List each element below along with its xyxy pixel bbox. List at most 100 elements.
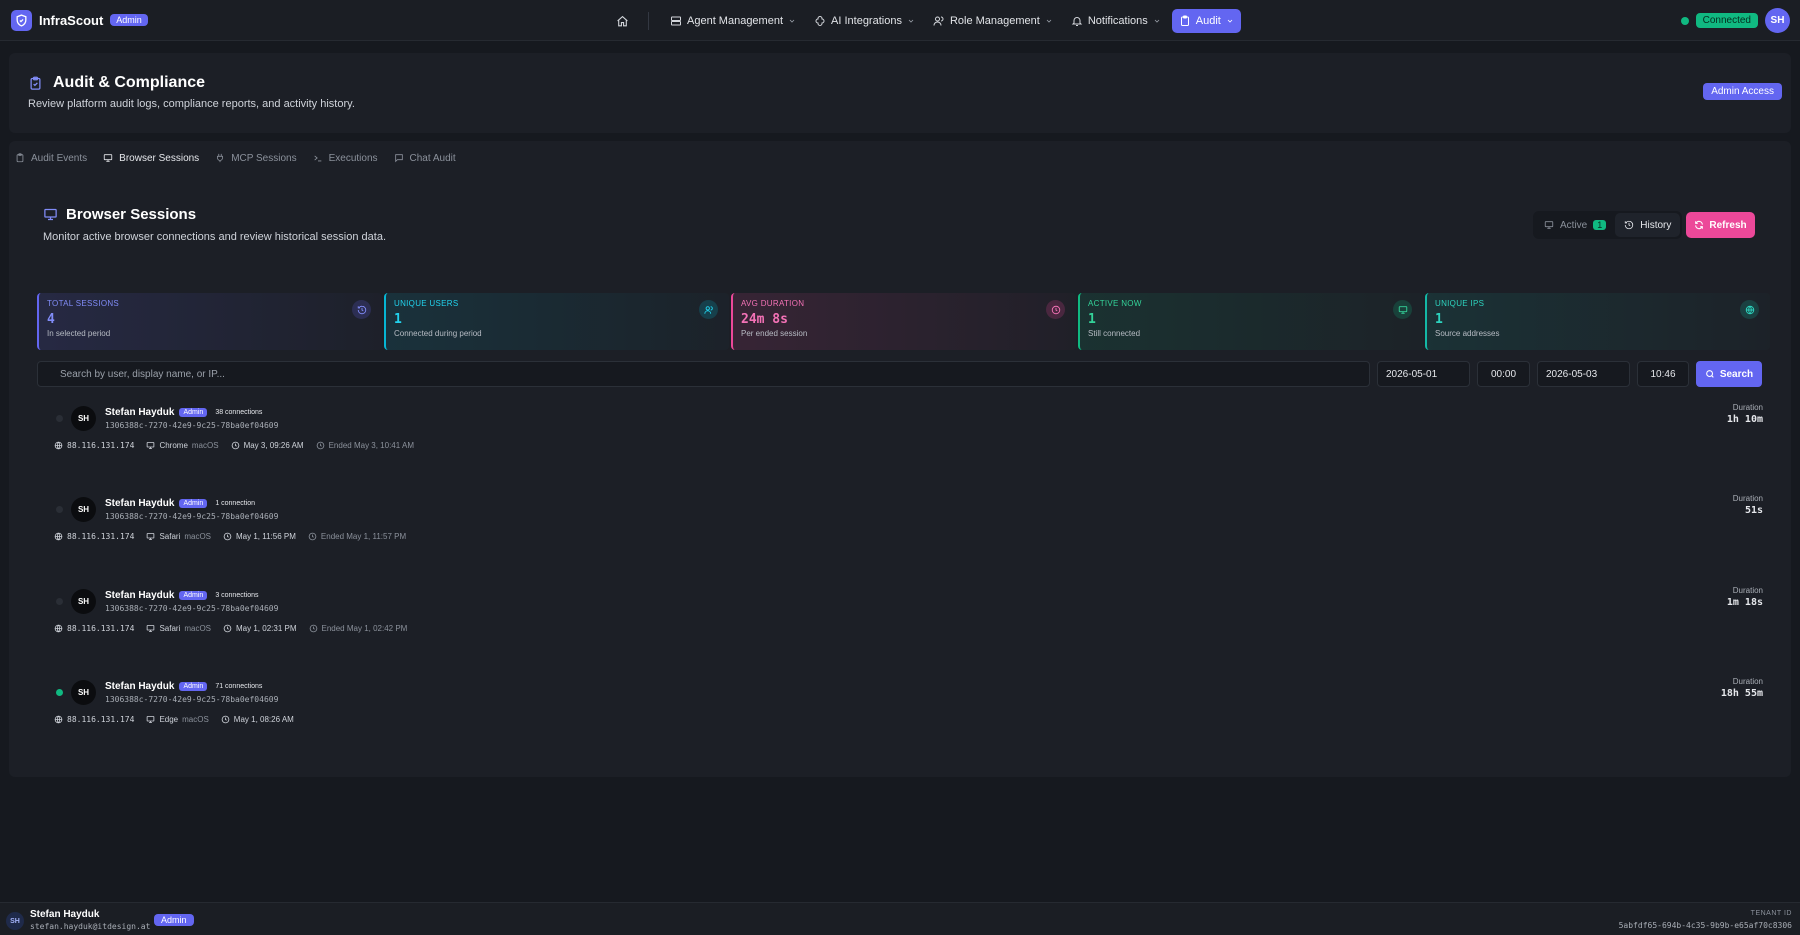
refresh-label: Refresh bbox=[1709, 219, 1747, 231]
to-time-field[interactable]: 10:46 bbox=[1637, 361, 1689, 387]
view-toggle: Active 1 History bbox=[1533, 211, 1683, 239]
session-status-dot bbox=[56, 598, 63, 605]
end-value: Ended May 3, 10:41 AM bbox=[328, 441, 414, 450]
users-icon bbox=[933, 16, 944, 26]
duration-value: 1h 10m bbox=[1726, 414, 1763, 425]
refresh-button[interactable]: Refresh bbox=[1686, 212, 1755, 238]
page-title-row: Audit & Compliance bbox=[28, 74, 205, 92]
duration-label: Duration bbox=[1732, 494, 1763, 503]
clock-icon bbox=[231, 441, 239, 450]
monitor-icon bbox=[103, 154, 113, 162]
session-end: Ended May 3, 10:41 AM bbox=[316, 441, 414, 450]
history-toggle-button[interactable]: History bbox=[1615, 213, 1681, 237]
stat-label: UNIQUE USERS bbox=[394, 299, 459, 308]
to-date-field[interactable]: 2026-05-03 bbox=[1537, 361, 1630, 387]
session-end: Ended May 1, 11:57 PM bbox=[308, 532, 406, 541]
user-avatar[interactable]: SH bbox=[1765, 8, 1790, 33]
session-row[interactable]: SH Stefan Hayduk Admin 3 connections 130… bbox=[43, 578, 1763, 658]
status-dot bbox=[1680, 16, 1689, 25]
session-user-id: 1306388c-7270-42e9-9c25-78ba0ef04609 bbox=[105, 695, 279, 704]
nav-role-management[interactable]: Role Management bbox=[926, 9, 1060, 33]
search-input[interactable] bbox=[37, 361, 1370, 387]
connection-count: 3 connections bbox=[215, 592, 259, 599]
tab-browser-sessions[interactable]: Browser Sessions bbox=[103, 150, 199, 166]
session-ip: 88.116.131.174 bbox=[54, 624, 134, 633]
role-badge: Admin bbox=[179, 408, 208, 417]
refresh-icon bbox=[1695, 220, 1704, 230]
os-value: macOS bbox=[184, 624, 212, 633]
nav-ai-integrations-label: AI Integrations bbox=[831, 15, 902, 27]
connection-count: 1 connection bbox=[215, 500, 256, 507]
session-start: May 1, 08:26 AM bbox=[221, 715, 294, 724]
chevron-down-icon bbox=[908, 19, 914, 23]
duration-value: 18h 55m bbox=[1720, 688, 1763, 699]
clipboard-icon bbox=[1180, 15, 1189, 26]
start-value: May 1, 11:56 PM bbox=[236, 532, 296, 541]
brand[interactable]: InfraScout Admin bbox=[11, 9, 148, 31]
ip-value: 88.116.131.174 bbox=[67, 715, 135, 724]
session-row[interactable]: SH Stefan Hayduk Admin 38 connections 13… bbox=[43, 395, 1763, 475]
active-toggle-button[interactable]: Active 1 bbox=[1535, 213, 1615, 237]
terminal-icon bbox=[313, 155, 321, 162]
session-ip: 88.116.131.174 bbox=[54, 715, 134, 724]
tab-mcp-sessions[interactable]: MCP Sessions bbox=[215, 150, 297, 166]
footer: SH Stefan Hayduk stefan.hayduk@itdesign.… bbox=[0, 902, 1800, 935]
monitor-icon bbox=[1393, 300, 1412, 319]
session-row[interactable]: SH Stefan Hayduk Admin 71 connections 13… bbox=[43, 669, 1763, 749]
session-row[interactable]: SH Stefan Hayduk Admin 1 connection 1306… bbox=[43, 486, 1763, 566]
browser-sessions-panel: Audit Events Browser Sessions MCP Sessio… bbox=[9, 141, 1791, 777]
clock-icon bbox=[309, 624, 317, 633]
session-browser: Chrome macOS bbox=[146, 441, 219, 450]
monitor-icon bbox=[147, 716, 155, 723]
from-time-field[interactable]: 00:00 bbox=[1477, 361, 1530, 387]
stats-row: TOTAL SESSIONS 4 In selected period UNIQ… bbox=[37, 293, 1770, 350]
from-date-field[interactable]: 2026-05-01 bbox=[1377, 361, 1470, 387]
session-meta: 88.116.131.174 Safari macOS May 1, 02:31… bbox=[54, 624, 407, 633]
stat-label: TOTAL SESSIONS bbox=[47, 299, 120, 308]
role-badge: Admin bbox=[179, 591, 208, 600]
globe-icon bbox=[54, 715, 63, 724]
brand-name: InfraScout bbox=[39, 12, 104, 28]
home-icon[interactable] bbox=[610, 9, 634, 33]
stat-value: 1 bbox=[1435, 312, 1443, 327]
stat-sub: Per ended session bbox=[741, 329, 808, 338]
search-button[interactable]: Search bbox=[1696, 361, 1762, 387]
avatar: SH bbox=[71, 680, 96, 705]
monitor-icon bbox=[147, 625, 155, 632]
nav-role-management-label: Role Management bbox=[949, 15, 1040, 27]
stat-label: AVG DURATION bbox=[741, 299, 805, 308]
session-duration: Duration 18h 55m bbox=[1721, 677, 1763, 699]
stat-value: 24m 8s bbox=[741, 312, 788, 327]
duration-label: Duration bbox=[1732, 677, 1763, 686]
avatar[interactable]: SH bbox=[6, 912, 24, 930]
tab-executions[interactable]: Executions bbox=[313, 150, 378, 166]
session-status-dot bbox=[56, 506, 63, 513]
nav-audit[interactable]: Audit bbox=[1171, 9, 1241, 33]
bell-icon bbox=[1071, 17, 1083, 26]
chevron-down-icon bbox=[1046, 19, 1052, 23]
session-end: Ended May 1, 02:42 PM bbox=[309, 624, 407, 633]
tab-chat-audit[interactable]: Chat Audit bbox=[394, 150, 456, 166]
tenant-id: 5abfdf65-694b-4c35-9b9b-e65af70c8306 bbox=[1618, 921, 1792, 930]
session-meta: 88.116.131.174 Safari macOS May 1, 11:56… bbox=[54, 532, 406, 541]
search-icon bbox=[1705, 370, 1714, 378]
active-count-badge: 1 bbox=[1593, 220, 1607, 230]
session-duration: Duration 51s bbox=[1733, 494, 1763, 516]
chat-icon bbox=[394, 154, 403, 163]
page-title: Audit & Compliance bbox=[53, 74, 206, 91]
session-browser: Edge macOS bbox=[146, 715, 209, 724]
tab-label: Chat Audit bbox=[409, 152, 456, 164]
nav-audit-label: Audit bbox=[1195, 15, 1221, 27]
globe-icon bbox=[54, 624, 63, 633]
session-user-row: Stefan Hayduk Admin 3 connections bbox=[105, 590, 259, 601]
monitor-icon bbox=[44, 208, 57, 221]
session-user-id: 1306388c-7270-42e9-9c25-78ba0ef04609 bbox=[105, 421, 279, 430]
nav-agent-management[interactable]: Agent Management bbox=[663, 9, 803, 33]
ip-value: 88.116.131.174 bbox=[67, 532, 135, 541]
admin-access-badge: Admin Access bbox=[1703, 83, 1782, 100]
tab-audit-events[interactable]: Audit Events bbox=[15, 150, 87, 166]
nav-notifications[interactable]: Notifications bbox=[1064, 9, 1168, 33]
stat-value: 4 bbox=[47, 312, 55, 327]
nav-ai-integrations[interactable]: AI Integrations bbox=[807, 9, 922, 33]
chevron-down-icon bbox=[1154, 19, 1160, 23]
